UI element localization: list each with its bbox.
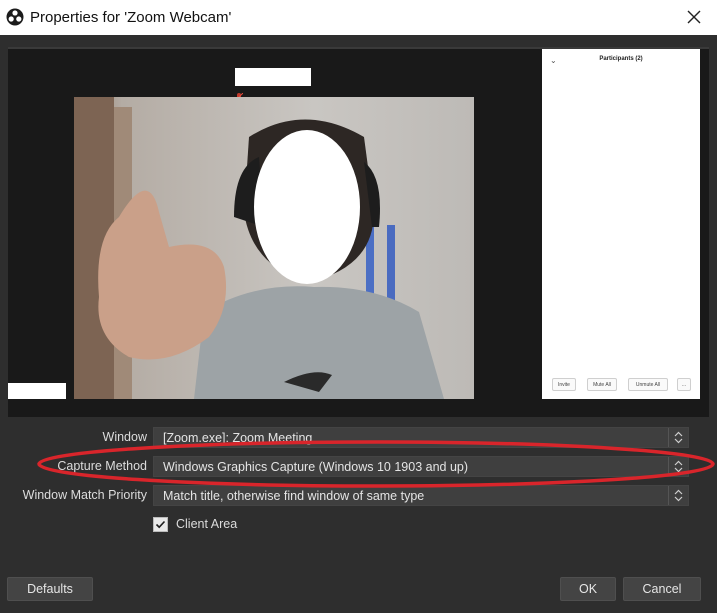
capture-method-select[interactable]: Windows Graphics Capture (Windows 10 190… <box>153 456 689 477</box>
cancel-button[interactable]: Cancel <box>623 577 701 601</box>
window-title: Properties for 'Zoom Webcam' <box>30 9 232 26</box>
updown-arrows-icon <box>668 428 688 447</box>
window-match-priority-label: Window Match Priority <box>22 488 147 502</box>
redacted-name-box <box>235 68 311 86</box>
capture-method-label: Capture Method <box>57 459 147 473</box>
more-options-button: ... <box>677 378 691 391</box>
updown-arrows-icon <box>668 486 688 505</box>
client-area-checkbox[interactable] <box>153 516 168 532</box>
unmute-all-button: Unmute All <box>628 378 668 391</box>
webcam-feed-image <box>74 97 474 399</box>
capture-method-value: Windows Graphics Capture (Windows 10 190… <box>163 460 469 474</box>
properties-dialog: ⌄ Participants (2) Invite Mute All Unmut… <box>0 35 717 613</box>
ok-button[interactable]: OK <box>560 577 616 601</box>
window-label: Window <box>102 430 147 444</box>
source-preview: ⌄ Participants (2) Invite Mute All Unmut… <box>8 49 709 417</box>
participants-panel: ⌄ Participants (2) Invite Mute All Unmut… <box>542 49 700 399</box>
close-icon[interactable] <box>679 3 709 31</box>
participants-title: Participants (2) <box>599 56 643 62</box>
window-select-value: [Zoom.exe]: Zoom Meeting <box>163 431 313 445</box>
invite-button: Invite <box>552 378 576 391</box>
mute-all-button: Mute All <box>587 378 617 391</box>
obs-logo-icon <box>6 8 24 26</box>
title-bar: Properties for 'Zoom Webcam' <box>0 0 717 35</box>
client-area-checkbox-row[interactable]: Client Area <box>153 515 237 533</box>
window-select[interactable]: [Zoom.exe]: Zoom Meeting <box>153 427 689 448</box>
window-match-priority-select[interactable]: Match title, otherwise find window of sa… <box>153 485 689 506</box>
defaults-button[interactable]: Defaults <box>7 577 93 601</box>
updown-arrows-icon <box>668 457 688 476</box>
client-area-label: Client Area <box>176 517 238 531</box>
redacted-name-tag <box>8 383 66 399</box>
window-match-priority-value: Match title, otherwise find window of sa… <box>163 489 425 503</box>
